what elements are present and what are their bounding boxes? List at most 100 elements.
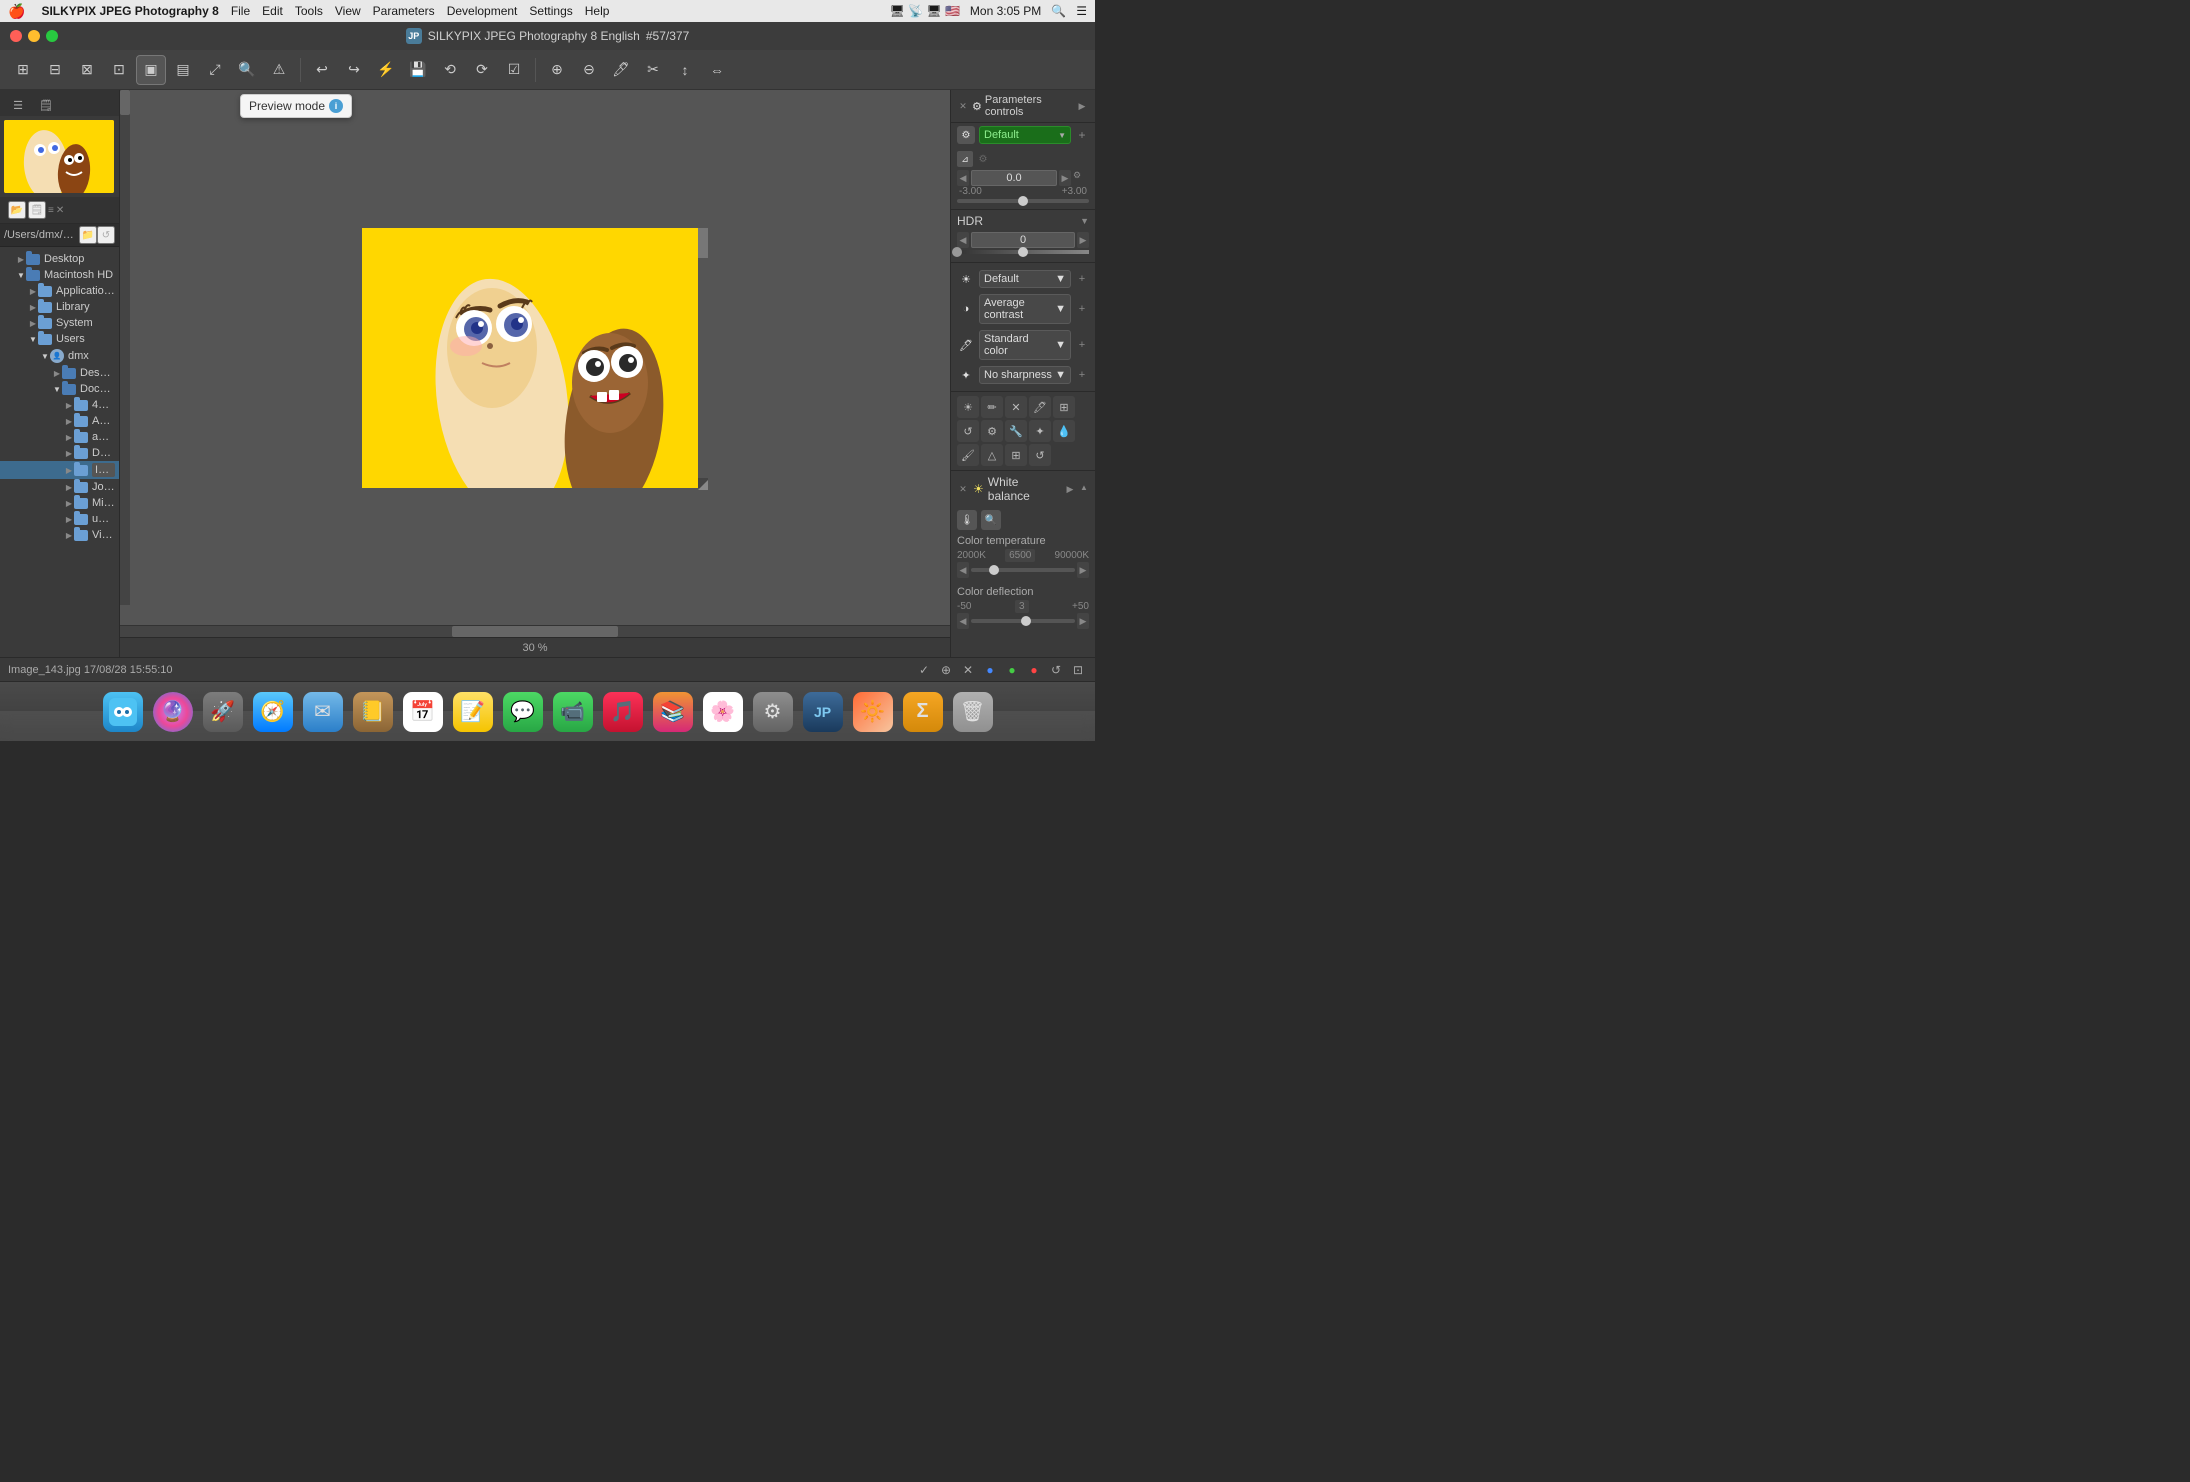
tree-item-untitled[interactable]: ▶ untitled folder: [0, 511, 119, 527]
hdr-collapse-icon[interactable]: ▼: [1080, 216, 1089, 226]
toolbar-rotate-left[interactable]: ⟲: [435, 55, 465, 85]
toolbar-split-view[interactable]: ▤: [168, 55, 198, 85]
toolbar-zoom[interactable]: 🔍: [232, 55, 262, 85]
tree-item-users[interactable]: ▼ Users: [0, 331, 119, 347]
dock-mail[interactable]: ✉: [301, 690, 345, 734]
expand-arrow-aplle[interactable]: ▶: [64, 432, 74, 442]
tree-item-videosolo[interactable]: ▶ VideoSolo Studio: [0, 527, 119, 543]
tree-item-mix650[interactable]: ▶ Mix 650: [0, 495, 119, 511]
dock-photos[interactable]: 🌸: [701, 690, 745, 734]
dock-sigma[interactable]: Σ: [901, 690, 945, 734]
status-blue-dot[interactable]: ●: [981, 661, 999, 679]
menu-parameters[interactable]: Parameters: [373, 4, 435, 18]
status-red-dot[interactable]: ●: [1025, 661, 1043, 679]
menu-icon[interactable]: ☰: [1076, 4, 1087, 18]
toolbar-rotate-right[interactable]: ⟳: [467, 55, 497, 85]
toolbar-grid-view[interactable]: ⊠: [72, 55, 102, 85]
canvas-hscroll[interactable]: [120, 625, 950, 637]
status-check-icon[interactable]: ✓: [915, 661, 933, 679]
expand-arrow-apps[interactable]: ▶: [28, 286, 38, 296]
toolbar-redo[interactable]: ↪: [339, 55, 369, 85]
tree-item-library[interactable]: ▶ Library: [0, 299, 119, 315]
color-dropdown[interactable]: Standard color ▼: [979, 330, 1071, 360]
tool-triangle[interactable]: △: [981, 444, 1003, 466]
toolbar-crop[interactable]: ✂: [638, 55, 668, 85]
dock-music[interactable]: 🎵: [601, 690, 645, 734]
exposure-increase-button[interactable]: ▶: [1059, 170, 1071, 186]
status-add-icon[interactable]: ⊕: [937, 661, 955, 679]
dock-silkypix[interactable]: JP: [801, 690, 845, 734]
color-temp-decrease[interactable]: ◀: [957, 562, 969, 578]
toolbar-fullscreen[interactable]: ⤢: [200, 55, 230, 85]
toolbar-thumb-view[interactable]: ⊡: [104, 55, 134, 85]
params-close-button[interactable]: ✕: [957, 100, 969, 112]
toolbar-develop[interactable]: ⚡: [371, 55, 401, 85]
menu-settings[interactable]: Settings: [529, 4, 572, 18]
tool-rotate[interactable]: ↺: [957, 420, 979, 442]
tone-add-button[interactable]: +: [1075, 272, 1089, 286]
tree-item-images[interactable]: ▶ Images: [0, 461, 119, 479]
sharpness-dropdown[interactable]: No sharpness ▼: [979, 366, 1071, 384]
expand-arrow-desktop-sub[interactable]: ▶: [52, 368, 62, 378]
dock-finder[interactable]: [101, 690, 145, 734]
tree-item-dvdfab[interactable]: ▶ DVDFab10: [0, 445, 119, 461]
toolbar-undo[interactable]: ↩: [307, 55, 337, 85]
dock-calendar[interactable]: 📅: [401, 690, 445, 734]
apple-menu[interactable]: 🍎: [8, 3, 25, 20]
dock-trash[interactable]: 🗑: [951, 690, 995, 734]
sharpness-add-button[interactable]: +: [1075, 368, 1089, 382]
tool-pen[interactable]: 🖊: [1029, 396, 1051, 418]
tree-item-macintosh-hd[interactable]: ▼ Macintosh HD: [0, 267, 119, 283]
tone-preset-dropdown[interactable]: Default ▼: [979, 270, 1071, 288]
color-defl-slider[interactable]: [971, 619, 1075, 623]
tool-brightness[interactable]: ☀: [957, 396, 979, 418]
tree-item-aplle[interactable]: ▶ aplle music: [0, 429, 119, 445]
expand-arrow-sys[interactable]: ▶: [28, 318, 38, 328]
search-icon[interactable]: 🔍: [1051, 4, 1066, 18]
color-temp-slider[interactable]: [971, 568, 1075, 572]
expand-arrow-dmx[interactable]: ▼: [40, 351, 50, 361]
maximize-button[interactable]: [46, 30, 58, 42]
wb-auto-button[interactable]: 🌡: [957, 510, 977, 530]
contrast-add-button[interactable]: +: [1075, 302, 1089, 316]
status-grid-icon[interactable]: ⊡: [1069, 661, 1087, 679]
tool-sparkle[interactable]: ✦: [1029, 420, 1051, 442]
tool-brush[interactable]: 🖌: [957, 444, 979, 466]
expand-arrow-mix[interactable]: ▶: [64, 498, 74, 508]
hdr-header[interactable]: HDR ▼: [951, 210, 1095, 232]
tool-curves[interactable]: ✏: [981, 396, 1003, 418]
menu-help[interactable]: Help: [585, 4, 610, 18]
hdr-increase-button[interactable]: ▶: [1077, 232, 1089, 248]
menu-tools[interactable]: Tools: [295, 4, 323, 18]
tool-undo[interactable]: ↺: [1029, 444, 1051, 466]
wb-close-button[interactable]: ✕: [957, 483, 969, 495]
tree-item-documents[interactable]: ▼ Documents: [0, 381, 119, 397]
tree-item-system[interactable]: ▶ System: [0, 315, 119, 331]
folder-icon[interactable]: 📁: [79, 226, 97, 244]
toolbar-compare-view[interactable]: ⊟: [40, 55, 70, 85]
expand-arrow-docs[interactable]: ▼: [52, 384, 62, 394]
dock-system-prefs[interactable]: ⚙: [751, 690, 795, 734]
dock-safari[interactable]: 🧭: [251, 690, 295, 734]
expand-arrow-dvd[interactable]: ▶: [64, 448, 74, 458]
expand-arrow-lib[interactable]: ▶: [28, 302, 38, 312]
exposure-settings-icon[interactable]: ⚙: [977, 153, 989, 165]
dock-siri[interactable]: 🔮: [151, 690, 195, 734]
tab-metadata[interactable]: 🗒: [32, 94, 60, 116]
status-green-dot[interactable]: ●: [1003, 661, 1021, 679]
tool-gear[interactable]: ⚙: [981, 420, 1003, 442]
color-add-button[interactable]: +: [1075, 338, 1089, 352]
hdr-decrease-button[interactable]: ◀: [957, 232, 969, 248]
toolbar-flip[interactable]: ↕: [670, 55, 700, 85]
toolbar-single-view[interactable]: ⊞: [8, 55, 38, 85]
dock-address-book[interactable]: 📒: [351, 690, 395, 734]
expand-arrow-users[interactable]: ▼: [28, 334, 38, 344]
dock-books[interactable]: 📚: [651, 690, 695, 734]
exposure-value[interactable]: 0.0: [971, 170, 1057, 186]
expand-arrow-anymp4[interactable]: ▶: [64, 416, 74, 426]
hdr-value[interactable]: 0: [971, 232, 1075, 248]
expand-arrow[interactable]: ▶: [16, 254, 26, 264]
tool-wrench[interactable]: 🔧: [1005, 420, 1027, 442]
wb-expand-button[interactable]: ▶: [1063, 482, 1077, 496]
toolbar-check[interactable]: ☑: [499, 55, 529, 85]
